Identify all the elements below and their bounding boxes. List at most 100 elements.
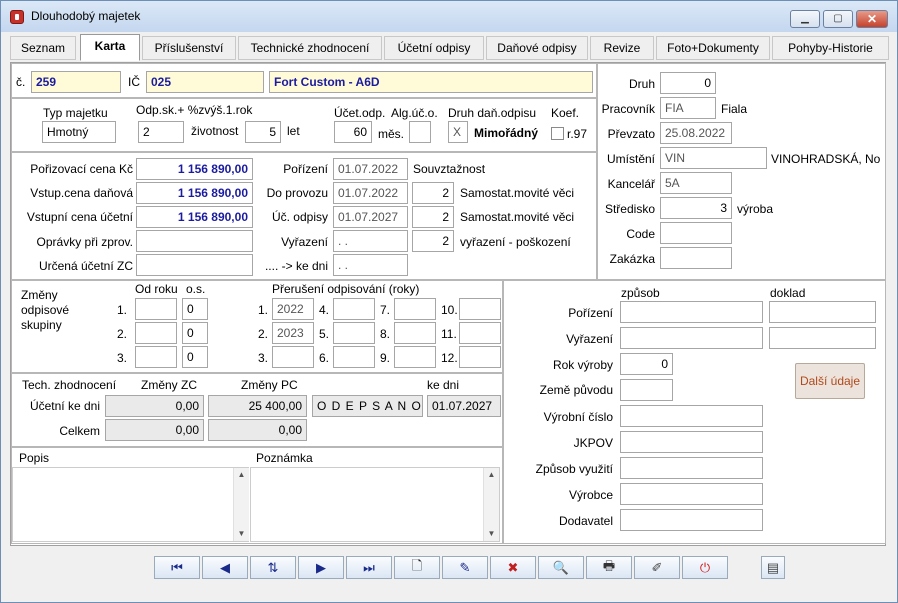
vyrazeni-date-input[interactable]: . . [333,230,408,252]
tab-foto-dokumenty[interactable]: Foto+Dokumenty [656,36,770,60]
prevzato-input[interactable]: 25.08.2022 [660,122,732,144]
print-button[interactable]: 🖶 [586,556,632,579]
typ-majetku-input[interactable]: Hmotný [42,121,116,143]
stredisko-input[interactable]: 3 [660,197,732,219]
vyrobni-cislo-input[interactable] [620,405,763,427]
last-record-button[interactable]: ⏭ [346,556,392,579]
dodavatel-input[interactable] [620,509,763,531]
preruseni-6-input[interactable] [333,346,375,368]
new-record-button[interactable]: 🗋 [394,556,440,579]
preruseni-9-input[interactable] [394,346,436,368]
dalsi-udaje-button[interactable]: Další údaje [795,363,865,399]
preruseni-8-input[interactable] [394,322,436,344]
ucet-odp-input[interactable]: 60 [334,121,372,143]
ic-label: IČ [128,75,140,89]
scroll-up-icon[interactable]: ▲ [484,468,499,482]
zmeny-row-2-os[interactable]: 0 [182,322,208,344]
urcena-zc-input[interactable] [136,254,253,276]
zmeny-row-3-os[interactable]: 0 [182,346,208,368]
porizovaci-cena-input[interactable]: 1 156 890,00 [136,158,253,180]
r97-checkbox[interactable] [551,127,564,140]
uc-odpisy-date-input[interactable]: 01.07.2027 [333,206,408,228]
delete-record-button[interactable]: ✖ [490,556,536,579]
first-record-button[interactable]: ⏮ [154,556,200,579]
extra-button[interactable]: ▤ [761,556,785,579]
tools-button[interactable]: ✐ [634,556,680,579]
preruseni-11-input[interactable] [459,322,501,344]
minimize-button[interactable]: ▁ [790,10,820,28]
scroll-up-icon[interactable]: ▲ [234,468,249,482]
tab-revize[interactable]: Revize [590,36,654,60]
tab-seznam[interactable]: Seznam [10,36,76,60]
zmeny-skupiny-label: Změny odpisové skupiny [21,288,70,332]
vstup-cena-danova-label: Vstup.cena daňová [30,186,133,200]
uc-odpisy-souvz-input[interactable]: 2 [412,206,454,228]
poznamka-textarea[interactable] [250,467,500,542]
do-provozu-date-input[interactable]: 01.07.2022 [333,182,408,204]
preruseni-5-input[interactable] [333,322,375,344]
preruseni-2-input[interactable]: 2023 [272,322,314,344]
druh-dan-code-input[interactable]: X [448,121,468,143]
preruseni-7-input[interactable] [394,298,436,320]
do-provozu-souvz-input[interactable]: 2 [412,182,454,204]
vyrazeni-souvz-text: vyřazení - poškození [460,235,571,249]
preruseni-12-input[interactable] [459,346,501,368]
kancelar-input[interactable]: 5A [660,172,732,194]
preruseni-1-input[interactable]: 2022 [272,298,314,320]
scroll-down-icon[interactable]: ▼ [484,527,499,541]
close-button[interactable]: ✕ [856,10,888,28]
code-input[interactable] [660,222,732,244]
search-button[interactable]: 🔍 [538,556,584,579]
pracovnik-input[interactable]: FIA [660,97,716,119]
preruseni-4-input[interactable] [333,298,375,320]
tab-ucetni-odpisy[interactable]: Účetní odpisy [384,36,484,60]
rok-vyroby-input[interactable]: 0 [620,353,673,375]
tab-karta[interactable]: Karta [80,34,140,61]
zpusob-vyuziti-input[interactable] [620,457,763,479]
porizeni-date-input[interactable]: 01.07.2022 [333,158,408,180]
sort-button[interactable]: ⇅ [250,556,296,579]
zivotnost-input[interactable]: 5 [245,121,281,143]
zmeny-row-1-rok[interactable] [135,298,177,320]
zmeny-row-2-rok[interactable] [135,322,177,344]
zmeny-row-1-os[interactable]: 0 [182,298,208,320]
vyrazeni-doklad-input[interactable] [769,327,876,349]
vyrazeni-label: Vyřazení [281,235,328,249]
porizeni-doklad-input[interactable] [769,301,876,323]
vyrazeni-souvz-input[interactable]: 2 [412,230,454,252]
umisteni-input[interactable]: VIN [660,147,767,169]
scroll-down-icon[interactable]: ▼ [234,527,249,541]
zakazka-input[interactable] [660,247,732,269]
vyrazeni-zpusob-input[interactable] [620,327,763,349]
zmeny-row-3-rok[interactable] [135,346,177,368]
vyrobce-input[interactable] [620,483,763,505]
zeme-puvodu-input[interactable] [620,379,673,401]
name-input[interactable]: Fort Custom - A6D [269,71,593,93]
odp-sk-input[interactable]: 2 [138,121,184,143]
poznamka-scrollbar[interactable]: ▲ ▼ [483,468,499,541]
c-input[interactable]: 259 [31,71,121,93]
druh-input[interactable]: 0 [660,72,716,94]
porizeni-zpusob-input[interactable] [620,301,763,323]
alg-uc-input[interactable] [409,121,431,143]
exit-button[interactable]: ⏻ [682,556,728,579]
tab-technicke-zhodnoceni[interactable]: Technické zhodnocení [238,36,382,60]
ke-dni-date-input[interactable]: . . [333,254,408,276]
vstupni-cena-ucetni-input[interactable]: 1 156 890,00 [136,206,253,228]
preruseni-10-input[interactable] [459,298,501,320]
next-record-button[interactable]: ▶ [298,556,344,579]
vstup-cena-danova-input[interactable]: 1 156 890,00 [136,182,253,204]
tab-danove-odpisy[interactable]: Daňové odpisy [486,36,588,60]
popis-scrollbar[interactable]: ▲ ▼ [233,468,249,541]
prev-record-button[interactable]: ◀ [202,556,248,579]
tab-prislusenstvi[interactable]: Příslušenství [142,36,236,60]
maximize-button[interactable]: ▢ [823,10,853,28]
popis-textarea[interactable] [12,467,249,542]
tech-ke-dni-value: 01.07.2027 [427,395,501,417]
tab-pohyby-historie[interactable]: Pohyby-Historie [772,36,889,60]
jkpov-input[interactable] [620,431,763,453]
opravky-input[interactable] [136,230,253,252]
preruseni-3-input[interactable] [272,346,314,368]
ic-input[interactable]: 025 [146,71,264,93]
edit-record-button[interactable]: ✎ [442,556,488,579]
